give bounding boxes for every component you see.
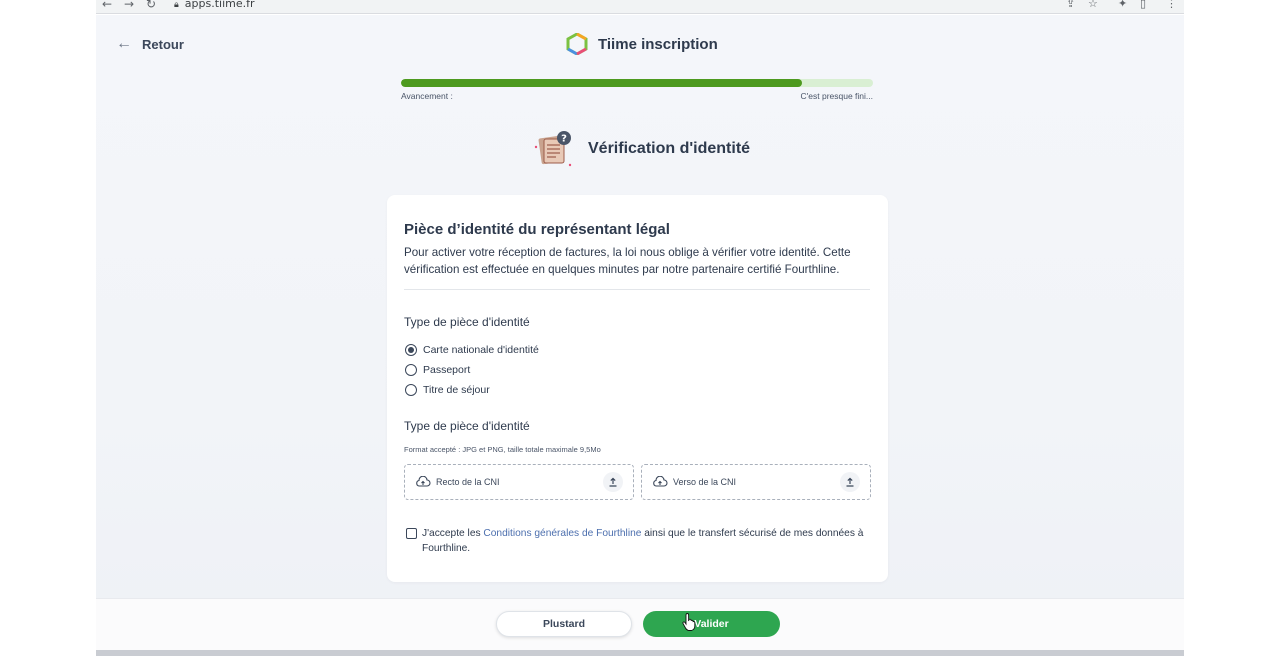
upload-recto[interactable]: Recto de la CNI [404,464,634,500]
share-icon[interactable]: ⇪ [1066,0,1075,10]
id-document-illustration-icon: ? [534,131,572,167]
card-intro: Pour activer votre réception de factures… [404,246,851,276]
browser-toolbar: ← → ↻ 🔒︎ apps.tiime.fr ⇪ ☆ ✦ ▯ ⋮ [96,0,1184,14]
divider [404,289,870,290]
lock-icon: 🔒︎ [174,0,179,10]
tiime-logo-icon [566,33,588,55]
submit-button[interactable]: Valider [643,611,780,637]
app-window: ← Retour Tiime inscription Avancement : … [96,15,1184,656]
address-bar[interactable]: 🔒︎ apps.tiime.fr [174,0,255,10]
svg-text:?: ? [561,134,567,145]
cloud-upload-icon [416,476,431,487]
radio-unselected-icon [405,384,417,396]
card-heading: Pièce d’identité du représentant légal [404,221,670,238]
format-hint: Format accepté : JPG et PNG, taille tota… [404,445,601,454]
upload-arrow-icon[interactable] [603,472,623,492]
radio-selected-icon [405,344,417,356]
back-button[interactable]: ← Retour [116,35,184,53]
radio-passport[interactable]: Passeport [405,360,539,380]
upload-verso-label: Verso de la CNI [673,477,737,487]
doc-type-radio-group: Carte nationale d'identité Passeport Tit… [405,340,539,400]
upload-section-label: Type de pièce d'identité [404,419,530,433]
bookmark-star-icon[interactable]: ☆ [1088,0,1098,10]
app-header: Tiime inscription [566,33,718,55]
radio-label: Titre de séjour [423,384,490,396]
radio-label: Passeport [423,364,471,376]
browser-menu-icon[interactable]: ⋮ [1166,0,1177,10]
terms-prefix: J'accepte les [422,528,484,539]
later-button[interactable]: Plustard [496,611,632,637]
upload-arrow-icon[interactable] [840,472,860,492]
radio-residence-permit[interactable]: Titre de séjour [405,380,539,400]
upload-recto-label: Recto de la CNI [436,477,500,487]
radio-cni[interactable]: Carte nationale d'identité [405,340,539,360]
sidepanel-icon[interactable]: ▯ [1140,0,1146,10]
terms-consent: J'accepte les Conditions générales de Fo… [406,526,876,556]
doc-type-label: Type de pièce d'identité [404,315,530,329]
browser-reload-icon[interactable]: ↻ [146,0,156,11]
browser-forward-icon[interactable]: → [124,0,134,11]
progress-fill [401,79,803,87]
footer-bar: Plustard Valider [96,598,1184,650]
browser-back-icon[interactable]: ← [102,0,112,11]
progress-right-label: C'est presque fini... [800,91,874,101]
progress-bar: Avancement : C'est presque fini... [401,79,873,101]
radio-unselected-icon [405,364,417,376]
terms-checkbox[interactable] [406,528,417,539]
upload-verso[interactable]: Verso de la CNI [641,464,871,500]
address-bar-url: apps.tiime.fr [184,0,255,10]
terms-text: J'accepte les Conditions générales de Fo… [422,526,876,556]
terms-link[interactable]: Conditions générales de Fourthline [483,528,641,539]
identity-card: Pièce d’identité du représentant légal P… [387,195,888,582]
section-header: ? Vérification d'identité [532,129,750,169]
progress-left-label: Avancement : [401,91,453,101]
section-title: Vérification d'identité [588,140,751,157]
cloud-upload-icon [653,476,668,487]
back-button-label: Retour [142,36,184,52]
extensions-icon[interactable]: ✦ [1118,0,1127,10]
app-title: Tiime inscription [598,35,718,53]
radio-label: Carte nationale d'identité [423,344,539,356]
progress-track [401,79,873,87]
hand-cursor-icon [682,613,696,631]
arrow-left-icon: ← [116,35,132,52]
